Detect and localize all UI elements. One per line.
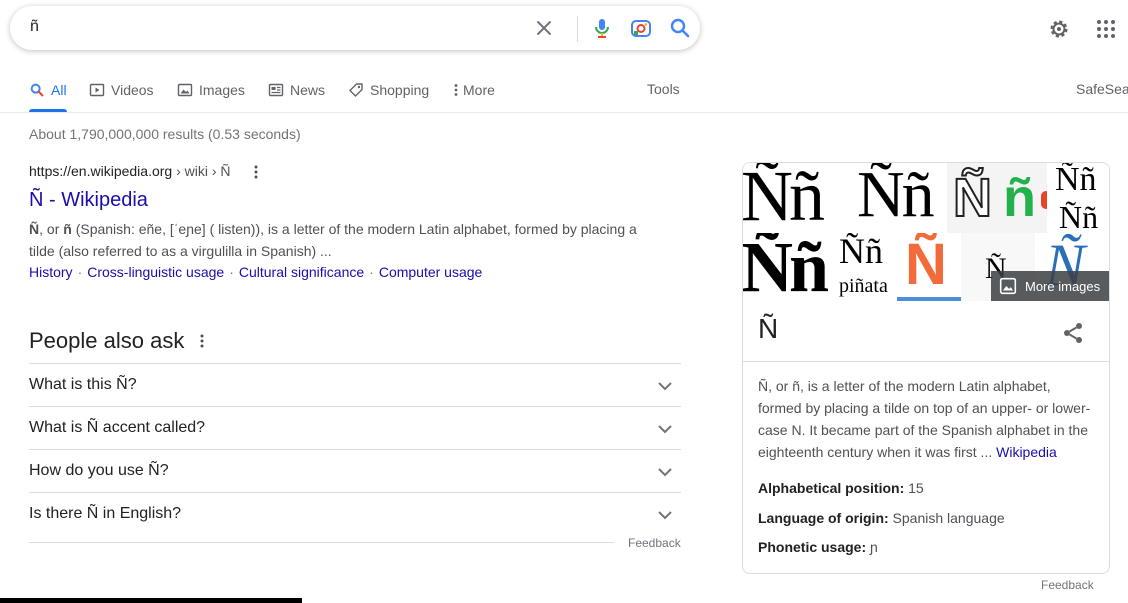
kp-wikipedia-link[interactable]: Wikipedia — [996, 444, 1057, 460]
sitelink-computer[interactable]: Computer usage — [379, 264, 483, 280]
sitelink-cultural[interactable]: Cultural significance — [239, 264, 364, 280]
gear-icon[interactable] — [1047, 17, 1071, 41]
kp-fact-value[interactable]: Spanish language — [893, 510, 1005, 526]
paa-question[interactable]: Is there Ñ in English? — [29, 492, 681, 536]
camera-lens-icon[interactable] — [629, 16, 653, 40]
tab-label: Shopping — [370, 82, 430, 98]
snippet-bold: Ñ — [29, 221, 40, 237]
tab-videos[interactable]: Videos — [89, 80, 154, 100]
result-menu-icon[interactable] — [248, 163, 264, 181]
kp-image[interactable]: Ñ — [897, 233, 961, 301]
kp-fact-alphabetical-position: Alphabetical position: 15 — [758, 480, 924, 496]
clear-icon[interactable] — [532, 16, 556, 40]
search-box-divider — [577, 16, 578, 42]
result-url[interactable]: https://en.wikipedia.org › wiki › Ñ — [29, 163, 231, 179]
more-images-label: More images — [1025, 278, 1101, 294]
tab-images[interactable]: Images — [177, 80, 245, 100]
snippet-text: , or — [39, 221, 64, 237]
tab-label: Images — [199, 82, 245, 98]
paa-heading: People also ask — [29, 328, 185, 353]
search-icon — [30, 83, 44, 97]
sitelink-history[interactable]: History — [29, 264, 73, 280]
chevron-down-icon — [653, 417, 677, 441]
paa-question-text: Is there Ñ in English? — [29, 505, 182, 522]
separator: · — [77, 264, 83, 280]
kp-fact-label[interactable]: Language of origin: — [758, 510, 889, 526]
kp-description: Ñ, or ñ, is a letter of the modern Latin… — [758, 375, 1098, 463]
separator: · — [229, 264, 234, 280]
paa-menu-icon[interactable] — [194, 332, 210, 350]
separator: · — [369, 264, 374, 280]
search-icon[interactable] — [668, 16, 692, 40]
paa-question-text: What is Ñ accent called? — [29, 419, 206, 436]
result-url-path: › wiki › Ñ — [172, 163, 231, 179]
kp-image-collage[interactable]: Ññ Ññ Ñ ñ Ññ Ññ Ññ Ññ piñata Ñ Ñ Ñ More … — [743, 163, 1109, 301]
tab-label: News — [290, 82, 326, 98]
knowledge-panel: Ññ Ññ Ñ ñ Ññ Ññ Ññ Ññ piñata Ñ Ñ Ñ More … — [742, 162, 1110, 574]
chevron-down-icon — [653, 503, 677, 527]
kp-fact-language-of-origin: Language of origin: Spanish language — [758, 510, 1005, 526]
kp-fact-phonetic-usage: Phonetic usage: ɲ — [758, 539, 878, 555]
snippet-text: (Spanish: eñe, [ˈeɲe] ( listen)), is a l… — [29, 221, 637, 259]
kp-image[interactable]: Ññ piñata — [837, 233, 897, 301]
kp-image[interactable]: Ññ — [743, 163, 843, 233]
kebab-icon — [454, 84, 458, 96]
kp-title: Ñ — [758, 313, 779, 344]
paa-question-text: How do you use Ñ? — [29, 462, 169, 479]
news-icon — [268, 83, 284, 97]
result-snippet: Ñ, or ñ (Spanish: eñe, [ˈeɲe] ( listen))… — [29, 218, 639, 262]
tab-label: All — [51, 82, 67, 98]
share-icon[interactable] — [1061, 321, 1085, 345]
result-sitelinks: History · Cross-linguistic usage · Cultural … — [29, 264, 482, 280]
snippet-bold: ñ — [63, 221, 72, 237]
search-input[interactable]: ñ — [30, 18, 39, 36]
chevron-down-icon — [653, 460, 677, 484]
kp-image[interactable]: Ñ ñ — [947, 163, 1047, 233]
paa-question[interactable]: What is Ñ accent called? — [29, 406, 681, 450]
image-icon — [999, 277, 1017, 295]
tab-label: More — [463, 82, 495, 98]
chevron-down-icon — [653, 374, 677, 398]
more-images-button[interactable]: More images — [991, 271, 1109, 301]
kp-fact-label[interactable]: Phonetic usage: — [758, 539, 866, 555]
kp-feedback-link[interactable]: Feedback — [1041, 578, 1094, 592]
kp-fact-value: 15 — [908, 480, 924, 496]
search-box[interactable]: ñ — [10, 6, 700, 50]
paa-question[interactable]: How do you use Ñ? — [29, 449, 681, 493]
apps-grid-icon[interactable] — [1094, 17, 1118, 41]
results-stats: About 1,790,000,000 results (0.53 second… — [29, 126, 301, 142]
sitelink-cross-linguistic[interactable]: Cross-linguistic usage — [87, 264, 224, 280]
safesearch-button[interactable]: SafeSea — [1076, 81, 1128, 97]
kp-image[interactable]: Ññ — [743, 233, 837, 301]
tab-all[interactable]: All — [29, 80, 67, 100]
tab-label: Videos — [111, 82, 154, 98]
paa-bottom-divider — [29, 542, 614, 543]
kp-image[interactable]: Ññ Ññ — [1047, 163, 1109, 233]
tag-icon — [349, 83, 363, 97]
tab-news[interactable]: News — [268, 80, 325, 100]
tab-more[interactable]: More — [453, 80, 495, 100]
paa-question-text: What is this Ñ? — [29, 376, 137, 393]
tabs-divider — [0, 112, 1128, 113]
microphone-icon[interactable] — [590, 16, 614, 40]
bottom-bar — [0, 598, 302, 603]
paa-feedback-link[interactable]: Feedback — [628, 536, 681, 550]
video-icon — [89, 83, 105, 97]
tab-shopping[interactable]: Shopping — [348, 80, 429, 100]
image-icon — [177, 83, 193, 97]
kp-fact-value[interactable]: ɲ — [870, 539, 878, 555]
kp-fact-label[interactable]: Alphabetical position: — [758, 480, 904, 496]
kp-divider — [743, 361, 1109, 362]
tools-button[interactable]: Tools — [647, 81, 680, 97]
paa-question[interactable]: What is this Ñ? — [29, 363, 681, 407]
result-title-link[interactable]: Ñ - Wikipedia — [29, 189, 148, 212]
kp-image[interactable]: Ññ — [843, 163, 947, 233]
result-url-host: https://en.wikipedia.org — [29, 163, 173, 179]
